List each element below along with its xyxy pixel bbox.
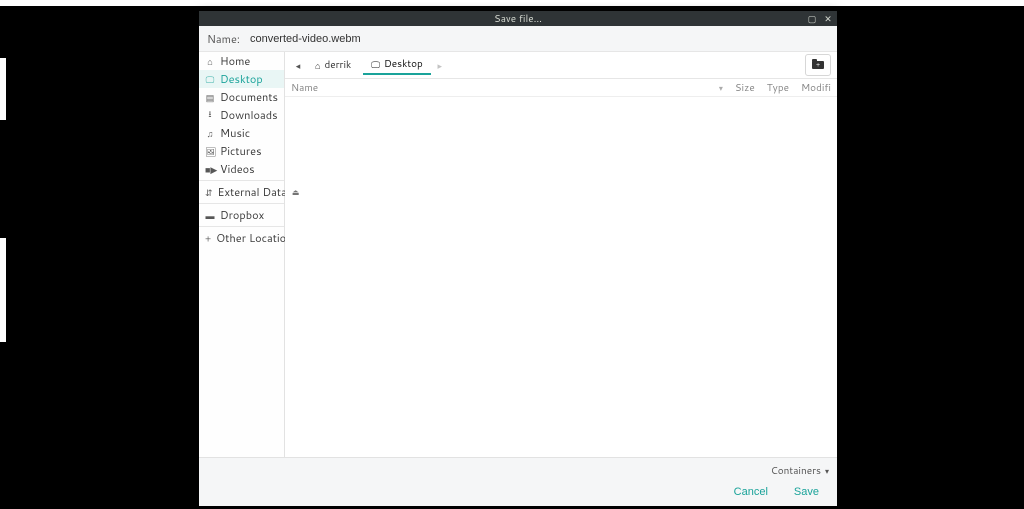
places-sidebar: ⌂Home🖵Desktop▤Documents⭳Downloads♫Music🖼… (199, 52, 285, 457)
new-folder-icon: + (812, 57, 824, 73)
window-title: Save file... (199, 12, 837, 26)
path-forward-button: ▸ (433, 56, 447, 74)
downloads-icon: ⭳ (205, 107, 215, 123)
sidebar-item-label: External Data (218, 184, 287, 200)
pictures-icon: 🖼 (205, 145, 215, 158)
action-buttons: Cancel Save (207, 486, 829, 500)
sidebar-item-label: Documents (220, 89, 278, 105)
file-browser: ◂ ⌂ derrik 🖵 Desktop ▸ + Name ▾ Size Type M… (285, 52, 837, 457)
filter-label: Containers (771, 464, 821, 478)
filename-input[interactable] (250, 33, 829, 45)
titlebar[interactable]: Save file... ▢ ✕ (199, 11, 837, 26)
file-list-area[interactable] (285, 97, 837, 457)
save-button[interactable]: Save (794, 486, 819, 498)
desktop-icon: 🖵 (371, 58, 380, 71)
plus-icon: + (205, 232, 211, 245)
maximize-icon[interactable]: ▢ (807, 14, 817, 24)
dialog-body: ⌂Home🖵Desktop▤Documents⭳Downloads♫Music🖼… (199, 52, 837, 457)
folder-icon: ▬ (205, 209, 215, 222)
sidebar-item-documents[interactable]: ▤ Documents (199, 88, 284, 106)
svg-text:+: + (816, 60, 820, 69)
window-controls: ▢ ✕ (807, 14, 833, 24)
path-back-button[interactable]: ◂ (291, 56, 305, 74)
dialog-footer: Containers ▾ Cancel Save (199, 457, 837, 506)
breadcrumb-derrik[interactable]: ⌂ derrik (307, 55, 359, 75)
path-bar: ◂ ⌂ derrik 🖵 Desktop ▸ + (285, 52, 837, 79)
home-icon: ⌂ (315, 59, 320, 72)
drive-icon: ⇵ (205, 186, 213, 199)
sidebar-item-label: Dropbox (220, 207, 264, 223)
sidebar-separator (199, 180, 284, 181)
column-headers: Name ▾ Size Type Modifi (285, 79, 837, 97)
sidebar-item-label: Home (220, 53, 250, 69)
column-type[interactable]: Type (761, 81, 795, 95)
sidebar-item-label: Desktop (220, 71, 263, 87)
sidebar-item-downloads[interactable]: ⭳ Downloads (199, 106, 284, 124)
sidebar-item-label: Videos (220, 161, 255, 177)
sidebar-item-dropbox[interactable]: ▬ Dropbox (199, 206, 284, 224)
eject-icon[interactable]: ⏏ (292, 186, 300, 198)
close-icon[interactable]: ✕ (823, 14, 833, 24)
filename-label: Name: (207, 31, 240, 47)
breadcrumb-label: derrik (324, 58, 351, 72)
column-size[interactable]: Size (729, 81, 761, 95)
breadcrumb-desktop[interactable]: 🖵 Desktop (363, 55, 431, 75)
cancel-button[interactable]: Cancel (734, 486, 768, 498)
videos-icon: ■▶ (205, 163, 215, 176)
desktop-top-bar (0, 0, 1024, 6)
new-folder-button[interactable]: + (805, 54, 831, 76)
sidebar-item-other-locations[interactable]: +Other Locations (199, 229, 284, 247)
filename-row: Name: (199, 26, 837, 52)
sidebar-item-home[interactable]: ⌂ Home (199, 52, 284, 70)
sidebar-item-label: Downloads (220, 107, 278, 123)
sidebar-item-videos[interactable]: ■▶ Videos (199, 160, 284, 178)
sidebar-item-label: Music (220, 125, 250, 141)
documents-icon: ▤ (205, 91, 215, 104)
column-name[interactable]: Name (291, 81, 318, 95)
sidebar-item-label: Pictures (220, 143, 262, 159)
sidebar-item-external-data[interactable]: ⇵External Data⏏ (199, 183, 284, 201)
sidebar-item-pictures[interactable]: 🖼 Pictures (199, 142, 284, 160)
file-type-filter[interactable]: Containers ▾ (207, 464, 829, 478)
save-file-dialog: Save file... ▢ ✕ Name: ⌂ Home 🖵 Desktop ▤ Doc… (199, 11, 837, 506)
bg-sliver (0, 58, 6, 120)
sidebar-separator (199, 226, 284, 227)
sidebar-separator (199, 203, 284, 204)
column-modified[interactable]: Modifi (795, 81, 837, 95)
desktop-icon: 🖵 (205, 73, 215, 86)
sort-indicator-icon[interactable]: ▾ (719, 82, 723, 94)
home-icon: ⌂ (205, 55, 215, 68)
music-icon: ♫ (205, 127, 215, 140)
bg-sliver (0, 238, 6, 342)
breadcrumb-label: Desktop (384, 57, 423, 71)
sidebar-item-desktop[interactable]: 🖵 Desktop (199, 70, 284, 88)
sidebar-item-music[interactable]: ♫ Music (199, 124, 284, 142)
chevron-down-icon: ▾ (825, 465, 829, 477)
